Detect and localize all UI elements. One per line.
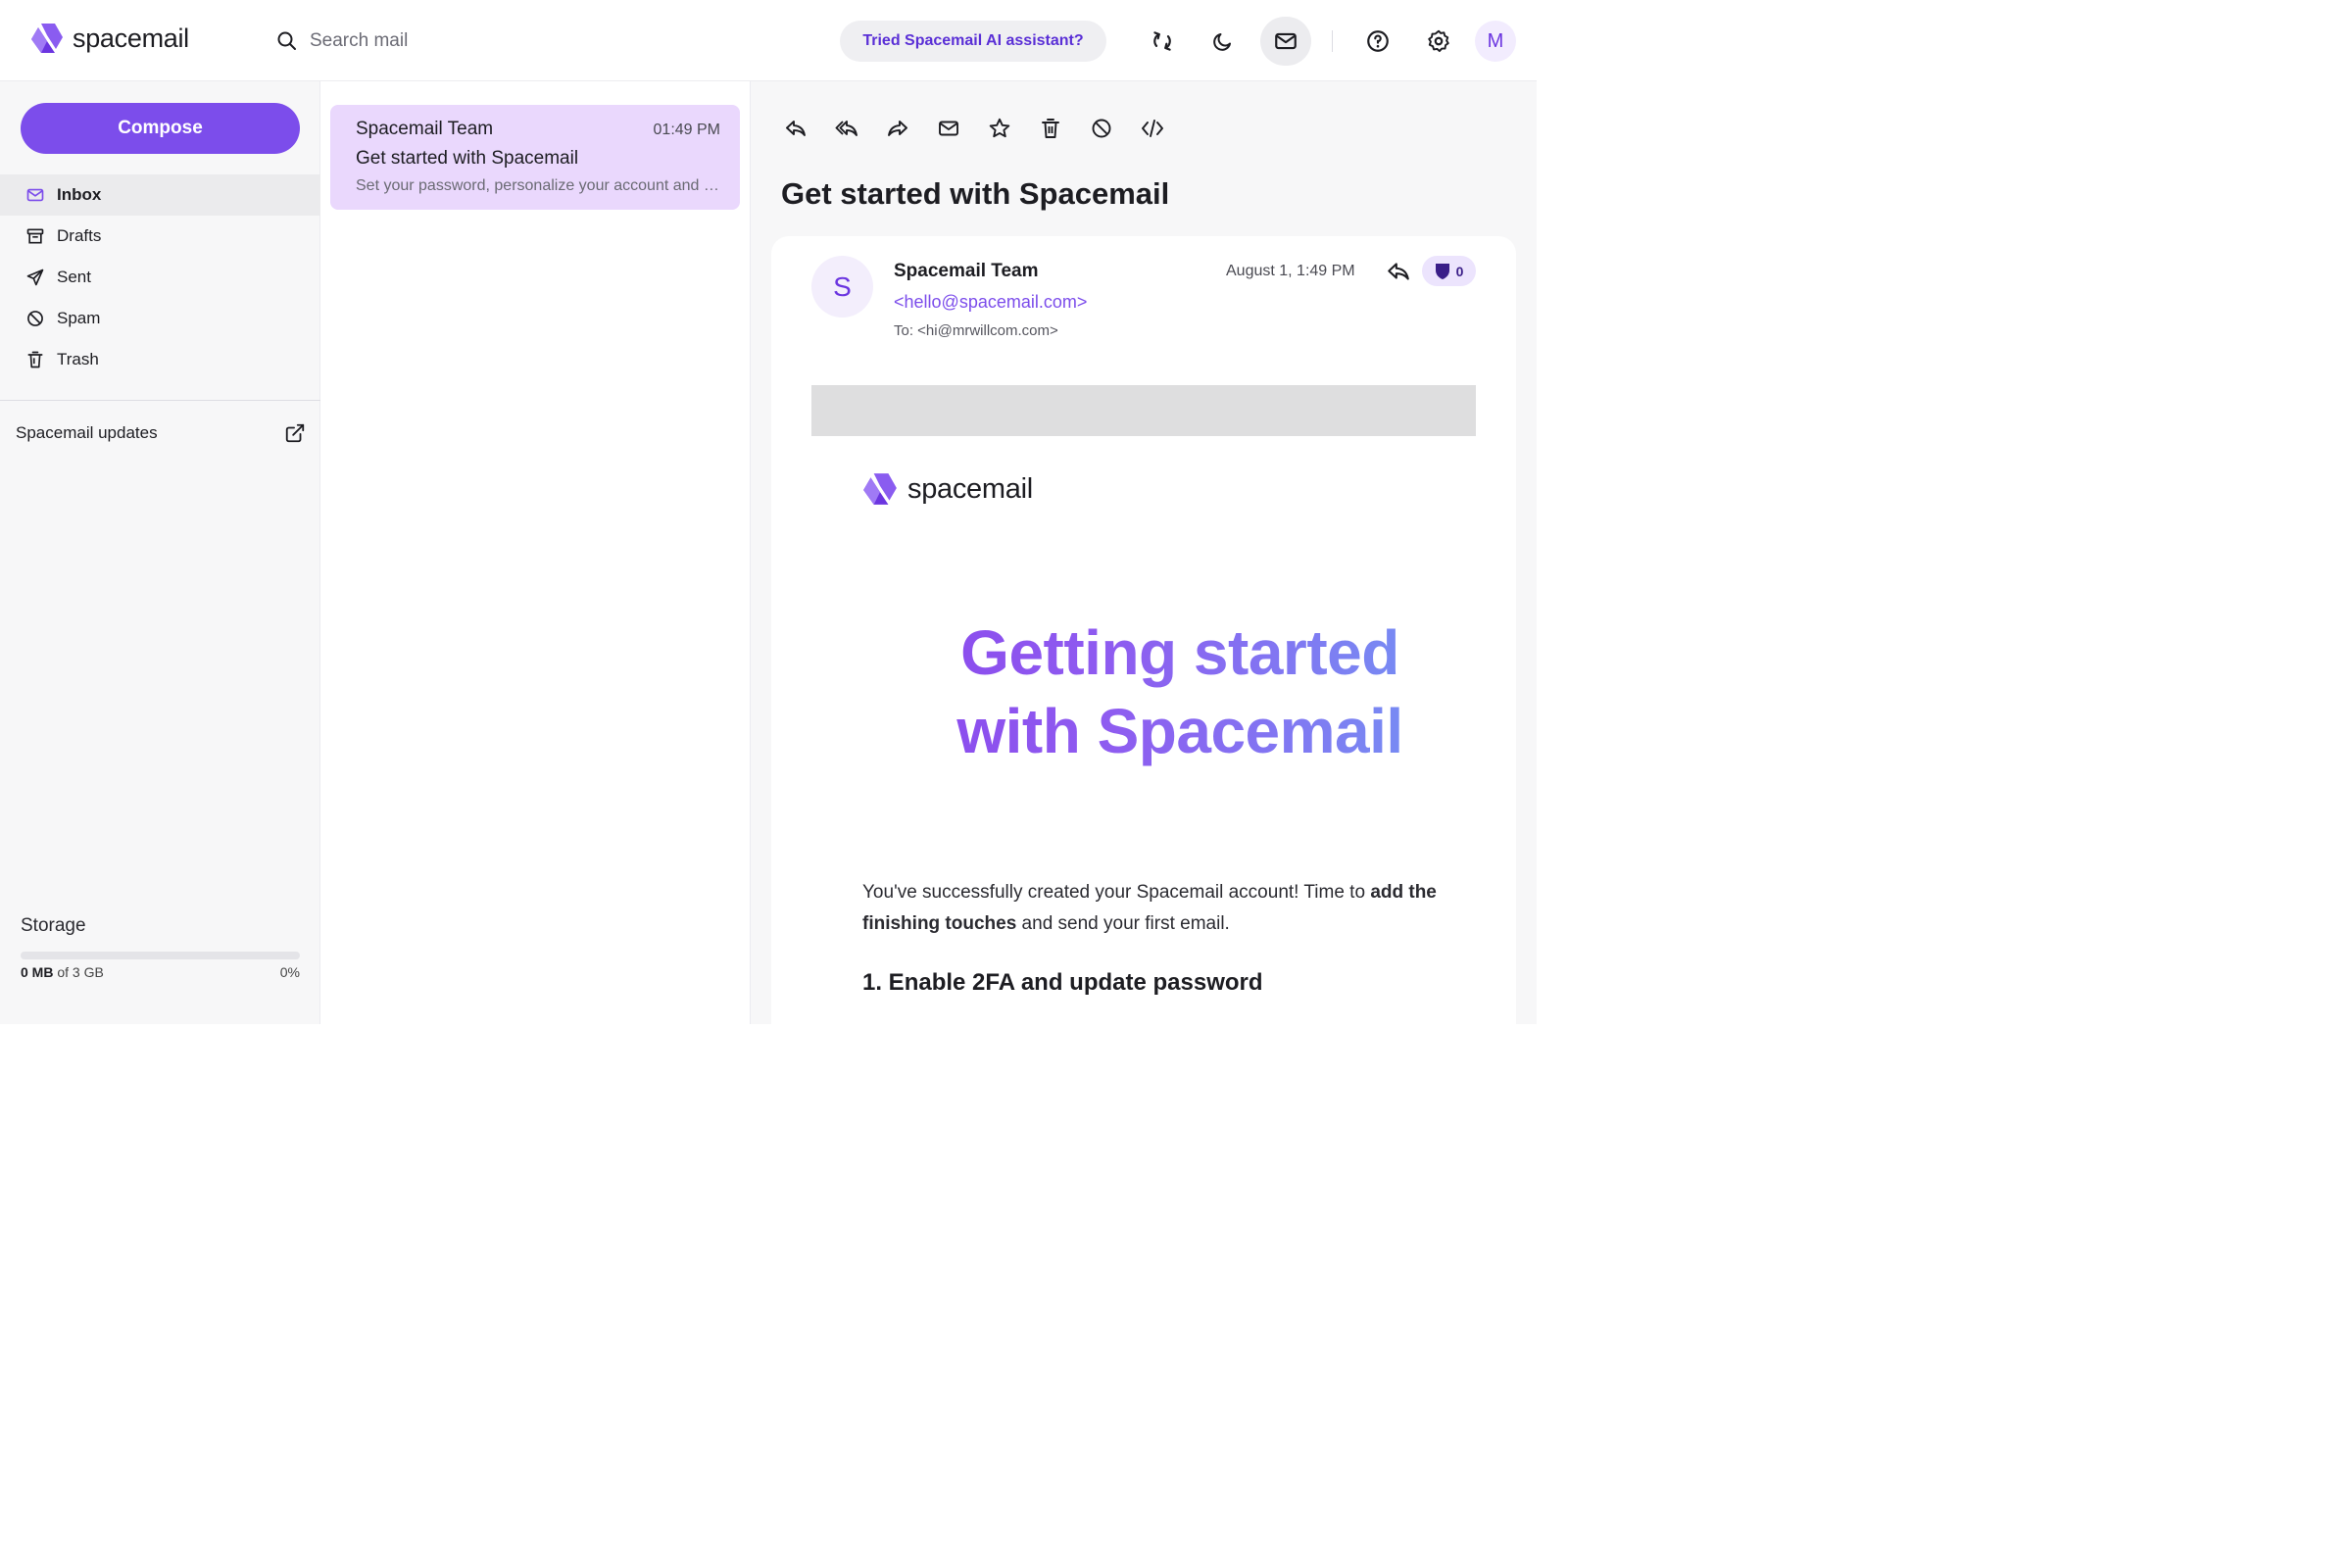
updates-label: Spacemail updates: [16, 423, 158, 442]
drafts-icon: [26, 228, 44, 244]
reply-button[interactable]: [780, 113, 811, 144]
email-section-heading: 1. Enable 2FA and update password: [862, 969, 1263, 996]
spacemail-logo-mark: [863, 473, 897, 505]
message-toolbar: [780, 113, 1168, 144]
email-card: S Spacemail Team <hello@spacemail.com> T…: [771, 236, 1516, 1050]
settings-button[interactable]: [1413, 17, 1464, 66]
storage-title: Storage: [21, 915, 86, 936]
external-link-icon: [285, 423, 305, 443]
code-icon: [1142, 120, 1163, 137]
reading-pane: Get started with Spacemail S Spacemail T…: [751, 81, 1537, 1050]
gear-icon: [1428, 29, 1449, 53]
storage-total: of 3 GB: [57, 964, 104, 980]
mail-view-button[interactable]: [1260, 17, 1311, 66]
forward-icon: [888, 121, 907, 136]
storage-usage: 0 MB of 3 GB 0%: [21, 964, 300, 980]
spam-icon: [27, 311, 43, 326]
sidebar-item-trash[interactable]: Trash: [0, 339, 320, 380]
reply-all-icon: [835, 121, 858, 136]
email-date: August 1, 1:49 PM: [1226, 263, 1355, 279]
logo-wordmark: spacemail: [907, 472, 1033, 505]
sidebar-item-label: Spam: [57, 309, 101, 327]
spacemail-updates-link[interactable]: Spacemail updates: [16, 422, 306, 444]
sync-button[interactable]: [1137, 17, 1188, 66]
sidebar-item-spam[interactable]: Spam: [0, 298, 320, 339]
sender-name: Spacemail Team: [894, 261, 1039, 281]
ai-assistant-button[interactable]: Tried Spacemail AI assistant?: [840, 21, 1106, 62]
forward-button[interactable]: [882, 113, 913, 144]
message-time: 01:49 PM: [653, 122, 720, 138]
sidebar-item-label: Drafts: [57, 226, 102, 245]
sidebar: Compose Inbox Drafts Sent Spam Trash Spa…: [0, 81, 320, 1024]
trash-icon: [1042, 119, 1059, 138]
recipient-line: To: <hi@mrwillcom.com>: [894, 322, 1058, 339]
folder-nav: Inbox Drafts Sent Spam Trash: [0, 174, 320, 380]
delete-button[interactable]: [1035, 113, 1066, 144]
envelope-icon: [939, 121, 958, 136]
shield-icon: [1435, 263, 1449, 279]
header-divider: [1332, 30, 1333, 52]
search-input[interactable]: [310, 24, 780, 59]
message-list: Spacemail Team 01:49 PM Get started with…: [320, 81, 751, 1024]
email-banner-placeholder: [811, 385, 1476, 436]
storage-used: 0 MB: [21, 964, 54, 980]
star-button[interactable]: [984, 113, 1015, 144]
storage-percent: 0%: [279, 964, 300, 980]
spacemail-logo-mark: [31, 24, 63, 53]
reply-icon: [786, 121, 806, 136]
envelope-icon: [1275, 32, 1297, 50]
message-subject: Get started with Spacemail: [356, 148, 579, 169]
sidebar-item-sent[interactable]: Sent: [0, 257, 320, 298]
email-spacemail-logo: spacemail: [861, 471, 1033, 507]
reply-all-button[interactable]: [831, 113, 862, 144]
sidebar-item-label: Inbox: [57, 185, 102, 204]
help-icon: [1367, 30, 1389, 52]
reply-icon[interactable]: [1386, 259, 1411, 284]
top-header: spacemail Tried Spacemail AI assistant?: [0, 0, 1537, 81]
search-icon[interactable]: [275, 29, 299, 53]
email-hero-heading: Getting started with Spacemail: [846, 613, 1514, 770]
sidebar-divider: [0, 400, 320, 401]
logo-wordmark: spacemail: [73, 23, 189, 53]
dark-mode-toggle[interactable]: [1198, 17, 1249, 66]
user-avatar[interactable]: M: [1475, 21, 1516, 62]
star-icon: [989, 118, 1010, 138]
sender-email[interactable]: <hello@spacemail.com>: [894, 292, 1087, 313]
sent-icon: [26, 269, 44, 286]
sidebar-item-drafts[interactable]: Drafts: [0, 216, 320, 257]
sender-avatar: S: [811, 256, 873, 318]
email-body-paragraph: You've successfully created your Spacema…: [862, 882, 1437, 934]
storage-progress-bar: [21, 952, 300, 959]
inbox-icon: [26, 188, 44, 202]
spam-icon: [1092, 119, 1111, 138]
view-source-button[interactable]: [1137, 113, 1168, 144]
help-button[interactable]: [1352, 17, 1403, 66]
moon-icon: [1213, 33, 1231, 51]
sidebar-item-inbox[interactable]: Inbox: [0, 174, 320, 216]
sidebar-item-label: Trash: [57, 350, 99, 368]
shield-count: 0: [1455, 263, 1464, 279]
spacemail-logo[interactable]: spacemail: [29, 22, 189, 55]
email-subject: Get started with Spacemail: [781, 176, 1170, 211]
sidebar-item-label: Sent: [57, 268, 91, 286]
compose-button[interactable]: Compose: [21, 103, 300, 154]
list-item[interactable]: Spacemail Team 01:49 PM Get started with…: [330, 105, 740, 210]
tracker-shield-badge[interactable]: 0: [1422, 256, 1476, 286]
mark-spam-button[interactable]: [1086, 113, 1117, 144]
trash-icon: [27, 351, 43, 368]
message-sender: Spacemail Team: [356, 119, 494, 139]
hero-line-1: Getting started: [960, 617, 1399, 688]
hero-line-2: with Spacemail: [956, 696, 1403, 766]
mark-unread-button[interactable]: [933, 113, 964, 144]
sync-icon: [1153, 31, 1171, 51]
message-snippet: Set your password, personalize your acco…: [356, 177, 720, 194]
